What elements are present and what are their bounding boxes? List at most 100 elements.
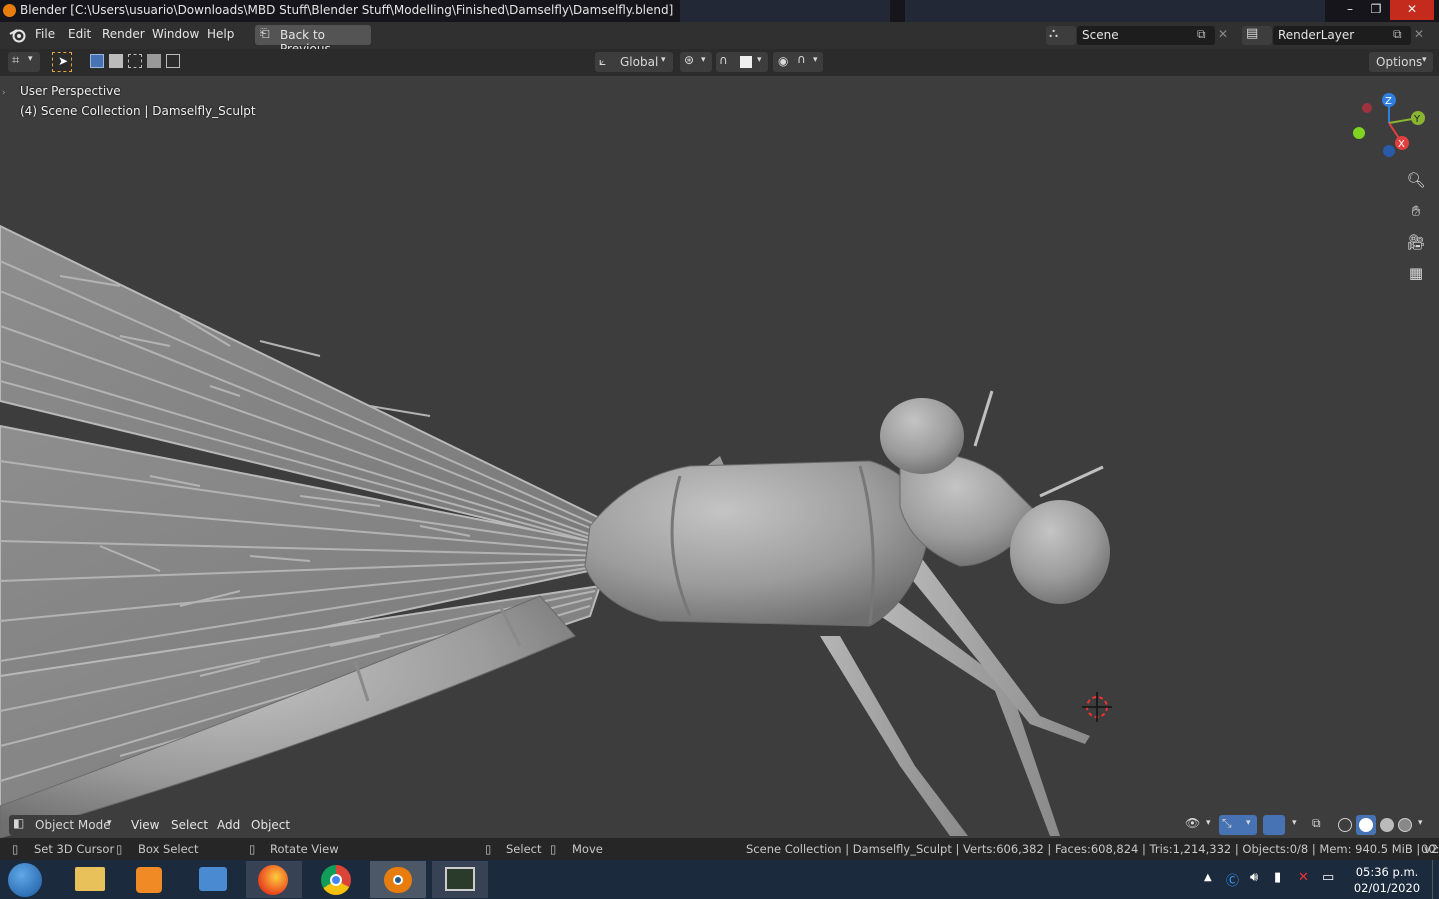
pivot-point-dropdown[interactable]: ⊛ ▾	[680, 52, 712, 72]
scene-statistics: Scene Collection | Damselfly_Sculpt | Ve…	[746, 842, 1439, 856]
menu-view[interactable]: View	[131, 818, 159, 832]
scene-browse-button[interactable]: ⛬	[1046, 26, 1076, 45]
menu-edit[interactable]: Edit	[68, 27, 91, 41]
select-extend-icon[interactable]	[109, 54, 123, 68]
chevron-down-icon: ▾	[1206, 818, 1211, 828]
select-subtract-icon[interactable]	[128, 54, 142, 68]
taskbar-firefox[interactable]	[246, 861, 302, 898]
clock[interactable]: 05:36 p.m. 02/01/2020	[1352, 864, 1422, 896]
menu-select[interactable]: Select	[171, 818, 208, 832]
taskbar-chrome[interactable]	[308, 861, 364, 898]
clock-date: 02/01/2020	[1353, 881, 1421, 895]
shading-mode-group: ▾	[1334, 815, 1432, 835]
new-view-layer-icon[interactable]: ⧉	[1393, 27, 1402, 42]
mouse-right-icon: ▯	[485, 842, 492, 856]
object-mode-dropdown[interactable]: ◧ Object Mode ▾	[9, 815, 119, 835]
close-button[interactable]: ✕	[1390, 0, 1434, 20]
proportional-edit-icon[interactable]: ◉	[778, 54, 788, 68]
menu-help[interactable]: Help	[207, 27, 234, 41]
select-tool-icon[interactable]: ➤	[52, 52, 72, 72]
3d-cursor-icon	[1082, 692, 1112, 722]
pan-hand-icon[interactable]: ✋︎	[1402, 197, 1430, 225]
start-button[interactable]	[8, 863, 42, 897]
wireframe-shading-icon[interactable]	[1338, 818, 1352, 832]
volume-icon[interactable]: 🔊︎	[1250, 870, 1258, 885]
new-scene-icon[interactable]: ⧉	[1197, 27, 1206, 42]
menu-add[interactable]: Add	[217, 818, 240, 832]
blender-icon	[384, 867, 412, 893]
taskbar-control-panel[interactable]	[185, 861, 241, 898]
menu-file[interactable]: File	[35, 27, 55, 41]
xray-icon: ⧉	[1312, 816, 1321, 830]
camera-view-icon[interactable]: 🎥︎	[1402, 228, 1430, 256]
taskbar-blender[interactable]	[370, 861, 426, 898]
gizmo-z-label: Z	[1385, 96, 1392, 107]
proportional-editing-group: ◉ ∩ ▾	[773, 52, 823, 72]
solid-shading-button[interactable]	[1356, 815, 1376, 835]
snap-element-icon[interactable]	[740, 56, 752, 68]
xray-toggle[interactable]: ⧉	[1308, 815, 1330, 835]
clock-time: 05:36 p.m.	[1355, 865, 1419, 879]
solid-shading-icon	[1359, 818, 1373, 832]
minimize-button[interactable]: –	[1337, 0, 1363, 20]
action-center-icon[interactable]: ▭	[1322, 870, 1334, 885]
visibility-dropdown[interactable]: 👁︎ ▾	[1182, 815, 1216, 835]
maximize-button[interactable]: ❐	[1363, 0, 1389, 20]
menu-window[interactable]: Window	[152, 27, 199, 41]
navigation-gizmo[interactable]: Z Y X	[1348, 90, 1430, 160]
delete-view-layer-icon[interactable]: ✕	[1414, 27, 1424, 41]
status-hint-box-select: Box Select	[138, 842, 199, 856]
material-shading-icon[interactable]	[1380, 818, 1394, 832]
3d-viewport-icon: ⌗	[12, 53, 20, 68]
taskbar-explorer[interactable]	[62, 861, 118, 898]
console-icon	[445, 867, 475, 891]
chevron-down-icon: ▾	[1246, 818, 1251, 828]
antenna	[1039, 465, 1104, 498]
tray-app-icon[interactable]: Ⓒ	[1226, 870, 1239, 889]
viewport-footer-header: ◧ Object Mode ▾ View Select Add Object 👁…	[0, 813, 1439, 838]
editor-type-button[interactable]: ⌗ ▾	[8, 52, 40, 72]
active-collection-label: (4) Scene Collection | Damselfly_Sculpt	[20, 104, 256, 118]
options-label: Options	[1376, 55, 1423, 69]
pivot-icon: ⊛	[684, 53, 695, 67]
status-hint-set-cursor: Set 3D Cursor	[34, 842, 115, 856]
selection-mode-group	[88, 54, 184, 70]
orientation-label: Global	[620, 55, 659, 69]
front-leg	[820, 636, 968, 836]
view-layer-browse-button[interactable]: ▤	[1242, 26, 1272, 45]
chevron-down-icon: ▾	[661, 55, 666, 65]
viewport-header: ⌗ ▾ ➤ ⟀ Global ▾ ⊛ ▾ ∩ ▾ ◉ ∩ ▾ Options ▾	[0, 49, 1439, 76]
menu-render[interactable]: Render	[102, 27, 145, 41]
tray-overflow-icon[interactable]: ▲	[1204, 872, 1212, 883]
network-icon[interactable]: ✕	[1298, 870, 1309, 885]
folder-icon	[75, 867, 105, 891]
select-intersect-icon[interactable]	[166, 54, 180, 68]
zoom-icon[interactable]: 🔍︎	[1402, 166, 1430, 194]
snap-magnet-icon[interactable]: ∩	[719, 53, 728, 67]
back-to-previous-button[interactable]: ⎗ Back to Previous	[255, 25, 371, 56]
overlays-toggle[interactable]: ▾	[1263, 815, 1303, 835]
blender-menu-icon[interactable]	[9, 27, 27, 43]
3d-viewport[interactable]: User Perspective (4) Scene Collection | …	[0, 76, 1439, 838]
media-player-icon	[136, 867, 162, 893]
scene-name-field[interactable]: Scene ⧉	[1077, 26, 1215, 45]
options-dropdown[interactable]: Options ▾	[1369, 52, 1433, 72]
select-invert-icon[interactable]	[147, 54, 161, 68]
select-new-icon[interactable]	[90, 54, 104, 68]
ortho-grid-icon[interactable]: ▦	[1402, 259, 1430, 287]
render-layer-field[interactable]: RenderLayer ⧉	[1273, 26, 1411, 45]
show-desktop-button[interactable]	[1432, 860, 1439, 899]
transform-orientation-dropdown[interactable]: ⟀ Global ▾	[595, 52, 673, 72]
rendered-shading-icon[interactable]	[1398, 818, 1412, 832]
gizmo-toggle[interactable]: ⤡ ▾	[1219, 815, 1257, 835]
menu-object[interactable]: Object	[251, 818, 290, 832]
falloff-icon[interactable]: ∩	[797, 52, 806, 66]
toolbar-expand-chevron-icon[interactable]: ›	[2, 88, 6, 98]
power-icon[interactable]: ▮	[1274, 870, 1281, 885]
delete-scene-icon[interactable]: ✕	[1218, 27, 1228, 41]
top-menu-bar: File Edit Render Window Help ⎗ Back to P…	[0, 22, 1439, 56]
scene-name: Scene	[1082, 28, 1119, 42]
taskbar-terminal[interactable]	[432, 861, 488, 898]
gizmo-y-label: Y	[1413, 114, 1421, 125]
taskbar-media-player[interactable]	[122, 861, 178, 898]
